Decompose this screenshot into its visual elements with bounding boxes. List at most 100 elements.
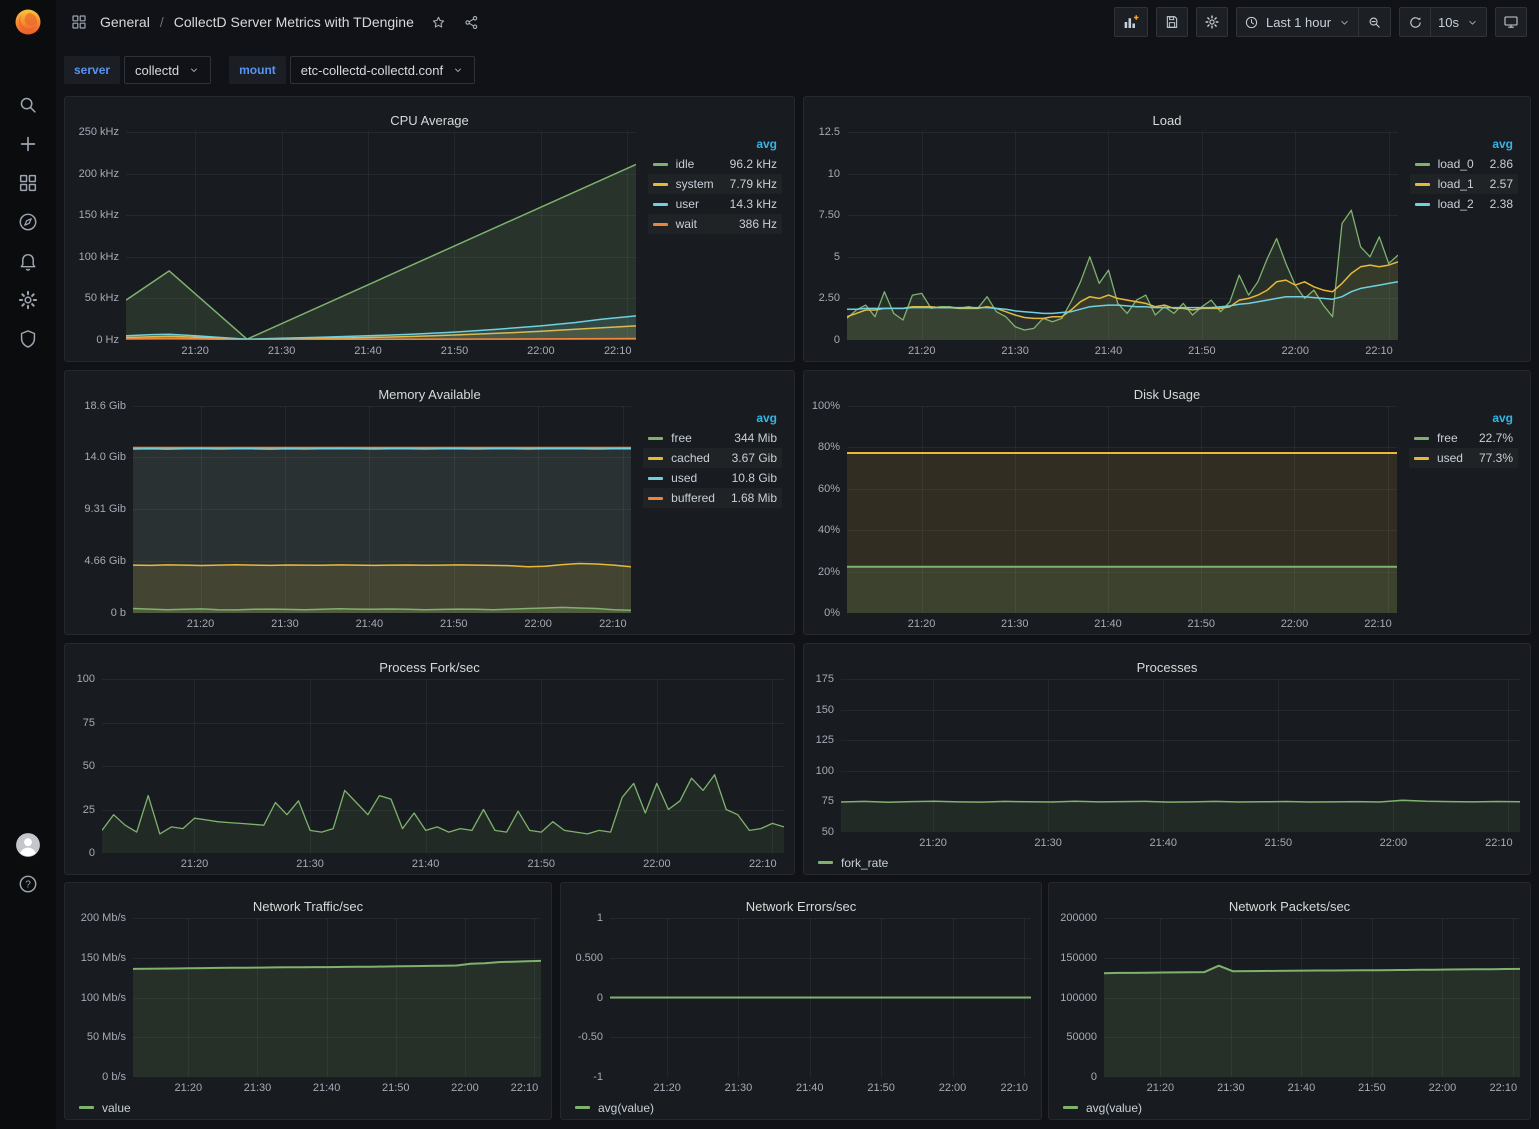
variable-value-dropdown[interactable]: collectd — [124, 56, 211, 84]
dashboard-grid-icon[interactable] — [70, 13, 88, 31]
chart-canvas[interactable] — [133, 918, 541, 1077]
y-tick-label: 12.5 — [819, 126, 840, 138]
legend-item[interactable]: load_22.38 — [1410, 194, 1518, 214]
y-axis: 02.5057.501012.5 — [810, 132, 847, 340]
chart-canvas[interactable] — [847, 406, 1397, 613]
legend-item[interactable]: cached 3.67 Gib — [643, 448, 782, 468]
create-icon[interactable] — [17, 133, 39, 155]
legend-series-name: user — [676, 197, 699, 211]
add-panel-button[interactable] — [1114, 7, 1148, 37]
breadcrumb-folder[interactable]: General — [100, 14, 150, 30]
y-tick-label: 150000 — [1060, 952, 1097, 964]
star-icon[interactable] — [430, 14, 447, 31]
legend-series-avg-value: 10.8 Gib — [732, 471, 777, 485]
share-icon[interactable] — [463, 14, 480, 31]
sidebar — [0, 0, 56, 1129]
time-range-label: Last 1 hour — [1266, 15, 1331, 30]
variables-submenu: server collectd mount etc-collectd-colle… — [64, 56, 475, 84]
y-tick-label: 0 b/s — [102, 1071, 126, 1083]
legend-header: avg — [1409, 410, 1518, 428]
legend-item[interactable]: value — [79, 1101, 131, 1115]
y-tick-label: 50000 — [1066, 1031, 1097, 1043]
x-tick-label: 21:20 — [653, 1082, 681, 1094]
y-tick-label: 50 — [822, 826, 834, 838]
x-tick-label: 22:00 — [1281, 618, 1309, 630]
grafana-logo-icon[interactable] — [13, 7, 43, 37]
legend-item[interactable]: free22.7% — [1409, 428, 1518, 448]
legend-series-dash-icon — [653, 183, 668, 186]
legend-item[interactable]: fork_rate — [818, 856, 888, 870]
variable-value-dropdown[interactable]: etc-collectd-collectd.conf — [290, 56, 475, 84]
legend: avg(value) — [1055, 1097, 1520, 1118]
y-tick-label: 0 — [597, 992, 603, 1004]
legend-item[interactable]: avg(value) — [1063, 1101, 1142, 1115]
x-axis: 21:2021:3021:4021:5022:0022:10 — [847, 340, 1398, 360]
x-tick-label: 22:10 — [1490, 1082, 1518, 1094]
save-dashboard-button[interactable] — [1156, 7, 1188, 37]
y-tick-label: 0 b — [111, 607, 126, 619]
variable-mount: mount etc-collectd-collectd.conf — [229, 56, 475, 84]
legend-series-dash-icon — [648, 457, 663, 460]
legend-series-avg-value: 2.86 — [1490, 157, 1513, 171]
y-tick-label: 40% — [818, 524, 840, 536]
configuration-gear-icon[interactable] — [17, 289, 39, 311]
series-line-used — [133, 449, 631, 450]
help-icon[interactable] — [17, 873, 39, 895]
x-tick-label: 21:40 — [1094, 618, 1122, 630]
legend-item[interactable]: used10.8 Gib — [643, 468, 782, 488]
legend-item[interactable]: load_12.57 — [1410, 174, 1518, 194]
chart-canvas[interactable] — [1104, 918, 1520, 1077]
legend-item[interactable]: free344 Mib — [643, 428, 782, 448]
legend-item[interactable]: used77.3% — [1409, 448, 1518, 468]
y-tick-label: 14.0 Gib — [84, 451, 126, 463]
chart-canvas[interactable] — [841, 679, 1520, 832]
panel-network-traffic: Network Traffic/sec0 b/s50 Mb/s100 Mb/s1… — [64, 882, 552, 1120]
dashboard-title[interactable]: CollectD Server Metrics with TDengine — [174, 14, 414, 30]
legend-series-dash-icon — [648, 477, 663, 480]
chart-canvas[interactable] — [847, 132, 1398, 340]
y-tick-label: 25 — [83, 804, 95, 816]
series-fill-fork_rate — [102, 775, 784, 853]
dashboard-settings-button[interactable] — [1196, 7, 1228, 37]
cycle-view-mode-button[interactable] — [1495, 7, 1527, 37]
refresh-button[interactable] — [1399, 7, 1431, 37]
legend-item[interactable]: load_02.86 — [1410, 154, 1518, 174]
refresh-interval-picker[interactable]: 10s — [1431, 7, 1487, 37]
time-range-picker[interactable]: Last 1 hour — [1236, 7, 1359, 37]
chart-svg — [102, 679, 784, 853]
alerting-bell-icon[interactable] — [17, 250, 39, 272]
plot-row: 050000100000150000200000 — [1055, 918, 1520, 1077]
legend-item[interactable]: buffered1.68 Mib — [643, 488, 782, 508]
legend-item[interactable]: user14.3 kHz — [648, 194, 782, 214]
legend-item[interactable]: idle96.2 kHz — [648, 154, 782, 174]
y-tick-label: 125 — [816, 734, 834, 746]
legend-series-dash-icon — [1414, 437, 1429, 440]
server-admin-shield-icon[interactable] — [17, 328, 39, 350]
legend-series-avg-value: 3.67 Gib — [732, 451, 777, 465]
chart-canvas[interactable] — [126, 132, 636, 340]
dashboards-icon[interactable] — [17, 172, 39, 194]
zoom-out-time-button[interactable] — [1359, 7, 1391, 37]
x-tick-label: 22:10 — [1365, 345, 1393, 357]
search-icon[interactable] — [17, 94, 39, 116]
x-tick-label: 21:20 — [187, 618, 215, 630]
x-tick-label: 22:00 — [1282, 345, 1310, 357]
legend-series-name: system — [676, 177, 714, 191]
legend-series-name: cached — [671, 451, 710, 465]
legend-item[interactable]: system7.79 kHz — [648, 174, 782, 194]
legend-item[interactable]: wait386 Hz — [648, 214, 782, 234]
legend-item[interactable]: avg(value) — [575, 1101, 654, 1115]
x-tick-label: 21:40 — [1288, 1082, 1316, 1094]
x-tick-label: 22:10 — [1485, 837, 1513, 849]
x-tick-label: 21:30 — [244, 1082, 272, 1094]
y-tick-label: 100% — [812, 400, 840, 412]
chart-svg — [847, 132, 1398, 340]
x-tick-label: 21:50 — [1187, 618, 1215, 630]
chart-canvas[interactable] — [102, 679, 784, 853]
explore-compass-icon[interactable] — [17, 211, 39, 233]
chart-canvas[interactable] — [133, 406, 631, 613]
chart-canvas[interactable] — [610, 918, 1031, 1077]
user-avatar[interactable] — [15, 832, 41, 858]
legend-series-dash-icon — [1414, 457, 1429, 460]
legend: avgidle96.2 kHzsystem7.79 kHzuser14.3 kH… — [646, 123, 794, 234]
